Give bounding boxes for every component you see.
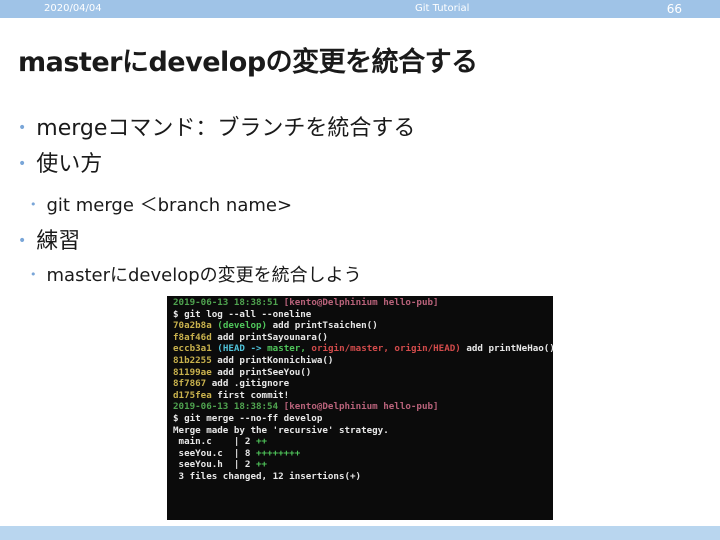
diffstat-plus: ++ xyxy=(255,459,268,471)
commit-hash: eccb3a1 xyxy=(173,343,212,355)
master-ref: master, xyxy=(267,343,306,355)
commit-hash: 81b2255 xyxy=(173,354,212,366)
commit-message: add printKonnichiwa() xyxy=(217,354,334,366)
diffstat-plus: ++ xyxy=(255,436,268,448)
log-line: d175fea first commit! xyxy=(173,390,547,402)
header-bar: 2020/04/04 Git Tutorial xyxy=(0,0,720,18)
commit-message: first commit! xyxy=(217,389,290,401)
head-ref: (HEAD xyxy=(217,343,245,355)
bullet-merge-command: • mergeコマンド：ブランチを統合する xyxy=(18,110,415,142)
log-line: 70a2b8a (develop) add printTsaichen() xyxy=(173,320,547,332)
terminal-screenshot: 2019-06-13 18:38:51 [kento@Delphinium he… xyxy=(167,296,553,520)
diffstat-file: seeYou.h | 2 xyxy=(173,459,256,471)
prompt-date: 2019-06-13 18:38:54 xyxy=(173,401,279,413)
commit-message: add printTsaichen() xyxy=(272,320,378,332)
bullet-usage: • 使い方 xyxy=(18,146,102,178)
sub-bullet-git-merge: • git merge ＜branch name> xyxy=(30,191,292,217)
log-line: 81b2255 add printKonnichiwa() xyxy=(173,355,547,367)
bullet-practice: • 練習 xyxy=(18,223,80,255)
commit-message: add printSeeYou() xyxy=(217,366,312,378)
log-line: eccb3a1 (HEAD -> master, origin/master, … xyxy=(173,343,553,355)
log-line: 8f7867 add .gitignore xyxy=(173,378,547,390)
bullet-text: mergeコマンド：ブランチを統合する xyxy=(36,116,416,141)
merge-message: Merge made by the 'recursive' strategy. xyxy=(173,424,389,436)
commit-hash: 70a2b8a xyxy=(173,320,212,332)
diffstat-file: seeYou.c | 8 xyxy=(173,447,256,459)
commit-hash: d175fea xyxy=(173,389,212,401)
diffstat-line: main.c | 2 ++ xyxy=(173,436,547,448)
bullet-dot-icon: • xyxy=(18,156,27,172)
commit-message: add .gitignore xyxy=(211,378,290,390)
commit-message: add printSayounara() xyxy=(217,331,328,343)
terminal-command: $ git log --all --oneline xyxy=(173,308,312,320)
ref-arrow: -> xyxy=(250,343,262,355)
bullet-text: 使い方 xyxy=(36,152,103,177)
commit-hash: 81199ae xyxy=(173,366,212,378)
bullet-text: git merge ＜branch name> xyxy=(46,195,293,216)
slide-title: masterにdevelopの変更を統合する xyxy=(18,47,478,78)
prompt-user: [kento@Delphinium hello-pub] xyxy=(283,401,439,413)
origin-master-ref: origin/master, xyxy=(311,343,389,355)
bullet-dot-icon: • xyxy=(30,198,37,211)
terminal-prompt-line: 2019-06-13 18:38:51 [kento@Delphinium he… xyxy=(173,297,547,309)
bullet-dot-icon: • xyxy=(18,233,27,249)
commit-hash: f8af46d xyxy=(173,331,212,343)
page-number: 66 xyxy=(666,2,682,16)
log-line: f8af46d add printSayounara() xyxy=(173,332,547,344)
header-title: Git Tutorial xyxy=(415,3,470,14)
bullet-text: masterにdevelopの変更を統合しよう xyxy=(46,265,362,286)
bullet-dot-icon: • xyxy=(30,268,37,281)
header-date: 2020/04/04 xyxy=(44,3,102,14)
commit-message: add printNeHao() xyxy=(466,343,553,355)
origin-head-ref: origin/HEAD) xyxy=(394,343,461,355)
diffstat-line: seeYou.c | 8 ++++++++ xyxy=(173,448,547,460)
diffstat-summary: 3 files changed, 12 insertions(+) xyxy=(173,470,362,482)
prompt-user: [kento@Delphinium hello-pub] xyxy=(283,297,439,308)
terminal-command: $ git merge --no-ff develop xyxy=(173,412,323,424)
log-line: 81199ae add printSeeYou() xyxy=(173,367,547,379)
branch-ref: (develop) xyxy=(217,320,268,332)
diffstat-file: main.c | 2 xyxy=(173,436,256,448)
footer-bar xyxy=(0,526,720,540)
sub-bullet-exercise: • masterにdevelopの変更を統合しよう xyxy=(30,261,362,287)
bullet-text: 練習 xyxy=(36,229,81,254)
diffstat-plus: ++++++++ xyxy=(255,447,301,459)
prompt-date: 2019-06-13 18:38:51 xyxy=(173,297,279,308)
terminal-prompt-line: 2019-06-13 18:38:54 [kento@Delphinium he… xyxy=(173,401,547,413)
bullet-dot-icon: • xyxy=(18,120,27,136)
commit-hash: 8f7867 xyxy=(173,378,207,390)
diffstat-line: seeYou.h | 2 ++ xyxy=(173,459,547,471)
